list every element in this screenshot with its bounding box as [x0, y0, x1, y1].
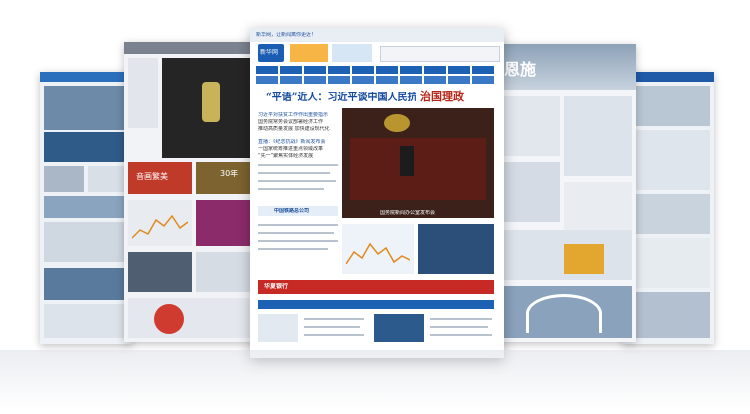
headline[interactable]: “平语”近人：习近平谈中国人民抗日战争: [266, 92, 416, 104]
logo-text: 新华网: [260, 49, 279, 56]
section-tag[interactable]: 中国铁路总公司: [274, 208, 309, 215]
main-page-card: 新华网，让新闻离你更近！ 新华网 “平语”近人：习近平谈中国人民抗日战争 治国理…: [250, 28, 504, 358]
photo-caption: 国务院新闻办公室发布会: [380, 210, 436, 216]
search-input[interactable]: [380, 46, 500, 62]
screenshot-collage: 音画繁美 30年 恩施 新华网，让新闻离你更近！ 新华网 “平语”近人：习近平谈…: [0, 0, 750, 414]
top-link[interactable]: 新华网，让新闻离你更近！: [256, 32, 316, 39]
reflection: [0, 350, 750, 410]
right-page-card: 恩施: [496, 44, 636, 342]
title-art: 恩施: [504, 60, 537, 79]
side-banner[interactable]: 治国理政: [420, 90, 464, 103]
primary-nav: [256, 66, 494, 74]
music-banner: 音画繁美: [136, 172, 168, 181]
lead-item[interactable]: 国务院常务会议部署经济工作: [258, 119, 338, 126]
lead-item[interactable]: 一国家统筹推进重点领域改革: [258, 146, 338, 153]
trend-chart-thumbnail: [132, 214, 188, 239]
ad-text: 华夏银行: [264, 283, 289, 290]
lead-item[interactable]: 直播：《纪念抗战》新闻发布会: [258, 139, 338, 146]
ad-banner[interactable]: [258, 280, 494, 294]
year-tag: 30年: [220, 170, 239, 177]
secondary-nav: [256, 76, 494, 84]
video-thumbnail[interactable]: [418, 224, 494, 274]
lead-item[interactable]: “先一”聚焦实体经济发展: [258, 153, 338, 160]
lead-item[interactable]: 推动高质量发展 加快建设现代化: [258, 126, 338, 133]
left-far-page-card: [40, 72, 132, 344]
trend-chart-thumbnail: [346, 242, 410, 265]
lead-item[interactable]: 习近平对扶贫工作作出重要指示: [258, 112, 338, 119]
left-page-card: 音画繁美 30年: [124, 42, 262, 342]
